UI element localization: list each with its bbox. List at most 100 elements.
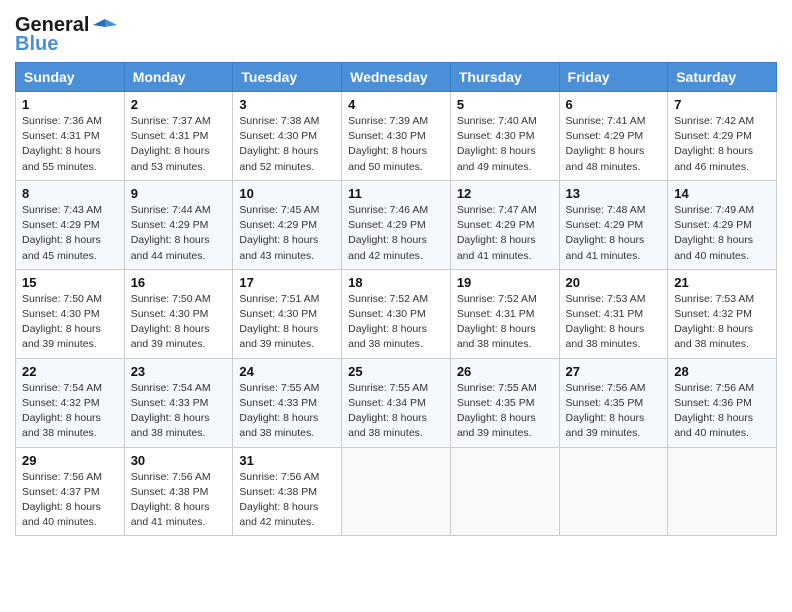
day-number: 14	[674, 186, 770, 201]
header-monday: Monday	[124, 63, 233, 92]
day-number: 20	[566, 275, 662, 290]
day-info: Sunrise: 7:36 AMSunset: 4:31 PMDaylight:…	[22, 114, 118, 175]
calendar-cell-w0d5: 6Sunrise: 7:41 AMSunset: 4:29 PMDaylight…	[559, 92, 668, 181]
calendar-cell-w1d6: 14 Sunrise: 7:49 AMSunset: 4:29 PMDayligh…	[668, 180, 777, 269]
day-info: Sunrise: 7:56 AMSunset: 4:35 PMDaylight:…	[566, 381, 662, 442]
calendar-cell-w0d1: 2 Sunrise: 7:37 AMSunset: 4:31 PMDaylight…	[124, 92, 233, 181]
calendar-cell-w4d4	[450, 447, 559, 536]
calendar-table: SundayMondayTuesdayWednesdayThursdayFrid…	[15, 62, 777, 536]
calendar-cell-w2d1: 16 Sunrise: 7:50 AMSunset: 4:30 PMDayligh…	[124, 269, 233, 358]
header-wednesday: Wednesday	[342, 63, 451, 92]
day-number: 4	[348, 97, 444, 112]
day-number: 18	[348, 275, 444, 290]
day-number: 26	[457, 364, 553, 379]
day-info: Sunrise: 7:45 AMSunset: 4:29 PMDaylight:…	[239, 203, 335, 264]
calendar-cell-w2d6: 21 Sunrise: 7:53 AMSunset: 4:32 PMDayligh…	[668, 269, 777, 358]
day-info: Sunrise: 7:46 AMSunset: 4:29 PMDaylight:…	[348, 203, 444, 264]
day-number: 11	[348, 186, 444, 201]
day-number: 1	[22, 97, 118, 112]
calendar-cell-w4d3	[342, 447, 451, 536]
day-info: Sunrise: 7:50 AMSunset: 4:30 PMDaylight:…	[131, 292, 227, 353]
calendar-cell-w4d1: 30 Sunrise: 7:56 AMSunset: 4:38 PMDayligh…	[124, 447, 233, 536]
day-number: 3	[239, 97, 335, 112]
calendar-cell-w2d2: 17 Sunrise: 7:51 AMSunset: 4:30 PMDayligh…	[233, 269, 342, 358]
calendar-cell-w1d5: 13 Sunrise: 7:48 AMSunset: 4:29 PMDayligh…	[559, 180, 668, 269]
day-number: 10	[239, 186, 335, 201]
logo: General Blue	[15, 10, 117, 56]
calendar-cell-w2d4: 19 Sunrise: 7:52 AMSunset: 4:31 PMDayligh…	[450, 269, 559, 358]
day-info: Sunrise: 7:48 AMSunset: 4:29 PMDaylight:…	[566, 203, 662, 264]
header-sunday: Sunday	[16, 63, 125, 92]
calendar-week-2: 15Sunrise: 7:50 AMSunset: 4:30 PMDayligh…	[16, 269, 777, 358]
day-info: Sunrise: 7:47 AMSunset: 4:29 PMDaylight:…	[457, 203, 553, 264]
day-info: Sunrise: 7:44 AMSunset: 4:29 PMDaylight:…	[131, 203, 227, 264]
day-info: Sunrise: 7:42 AMSunset: 4:29 PMDaylight:…	[674, 114, 770, 175]
day-number: 17	[239, 275, 335, 290]
calendar-cell-w2d0: 15Sunrise: 7:50 AMSunset: 4:30 PMDayligh…	[16, 269, 125, 358]
day-info: Sunrise: 7:38 AMSunset: 4:30 PMDaylight:…	[239, 114, 335, 175]
calendar-cell-w3d0: 22 Sunrise: 7:54 AMSunset: 4:32 PMDayligh…	[16, 358, 125, 447]
calendar-cell-w2d3: 18 Sunrise: 7:52 AMSunset: 4:30 PMDayligh…	[342, 269, 451, 358]
day-info: Sunrise: 7:37 AMSunset: 4:31 PMDaylight:…	[131, 114, 227, 175]
day-info: Sunrise: 7:54 AMSunset: 4:33 PMDaylight:…	[131, 381, 227, 442]
day-number: 30	[131, 453, 227, 468]
day-number: 9	[131, 186, 227, 201]
day-info: Sunrise: 7:55 AMSunset: 4:35 PMDaylight:…	[457, 381, 553, 442]
day-number: 28	[674, 364, 770, 379]
day-info: Sunrise: 7:52 AMSunset: 4:30 PMDaylight:…	[348, 292, 444, 353]
calendar-cell-w0d4: 5 Sunrise: 7:40 AMSunset: 4:30 PMDaylight…	[450, 92, 559, 181]
day-number: 29	[22, 453, 118, 468]
day-number: 27	[566, 364, 662, 379]
calendar-header-row: SundayMondayTuesdayWednesdayThursdayFrid…	[16, 63, 777, 92]
day-number: 16	[131, 275, 227, 290]
calendar-week-1: 8 Sunrise: 7:43 AMSunset: 4:29 PMDaylight…	[16, 180, 777, 269]
day-info: Sunrise: 7:40 AMSunset: 4:30 PMDaylight:…	[457, 114, 553, 175]
day-info: Sunrise: 7:51 AMSunset: 4:30 PMDaylight:…	[239, 292, 335, 353]
day-number: 25	[348, 364, 444, 379]
calendar-cell-w1d1: 9 Sunrise: 7:44 AMSunset: 4:29 PMDaylight…	[124, 180, 233, 269]
day-info: Sunrise: 7:53 AMSunset: 4:32 PMDaylight:…	[674, 292, 770, 353]
day-info: Sunrise: 7:56 AMSunset: 4:37 PMDaylight:…	[22, 470, 118, 531]
calendar-cell-w4d6	[668, 447, 777, 536]
header-thursday: Thursday	[450, 63, 559, 92]
day-info: Sunrise: 7:52 AMSunset: 4:31 PMDaylight:…	[457, 292, 553, 353]
day-info: Sunrise: 7:49 AMSunset: 4:29 PMDaylight:…	[674, 203, 770, 264]
calendar-week-3: 22 Sunrise: 7:54 AMSunset: 4:32 PMDayligh…	[16, 358, 777, 447]
day-info: Sunrise: 7:39 AMSunset: 4:30 PMDaylight:…	[348, 114, 444, 175]
day-number: 7	[674, 97, 770, 112]
day-info: Sunrise: 7:56 AMSunset: 4:38 PMDaylight:…	[239, 470, 335, 531]
calendar-cell-w4d2: 31Sunrise: 7:56 AMSunset: 4:38 PMDayligh…	[233, 447, 342, 536]
day-number: 13	[566, 186, 662, 201]
calendar-cell-w3d2: 24Sunrise: 7:55 AMSunset: 4:33 PMDayligh…	[233, 358, 342, 447]
day-info: Sunrise: 7:55 AMSunset: 4:33 PMDaylight:…	[239, 381, 335, 442]
calendar-cell-w1d3: 11 Sunrise: 7:46 AMSunset: 4:29 PMDayligh…	[342, 180, 451, 269]
day-info: Sunrise: 7:53 AMSunset: 4:31 PMDaylight:…	[566, 292, 662, 353]
day-number: 22	[22, 364, 118, 379]
calendar-cell-w1d4: 12 Sunrise: 7:47 AMSunset: 4:29 PMDayligh…	[450, 180, 559, 269]
day-info: Sunrise: 7:56 AMSunset: 4:38 PMDaylight:…	[131, 470, 227, 531]
day-info: Sunrise: 7:55 AMSunset: 4:34 PMDaylight:…	[348, 381, 444, 442]
day-number: 8	[22, 186, 118, 201]
calendar-cell-w3d3: 25 Sunrise: 7:55 AMSunset: 4:34 PMDayligh…	[342, 358, 451, 447]
day-number: 12	[457, 186, 553, 201]
calendar-cell-w0d3: 4 Sunrise: 7:39 AMSunset: 4:30 PMDaylight…	[342, 92, 451, 181]
day-info: Sunrise: 7:43 AMSunset: 4:29 PMDaylight:…	[22, 203, 118, 264]
calendar-cell-w4d0: 29 Sunrise: 7:56 AMSunset: 4:37 PMDayligh…	[16, 447, 125, 536]
day-number: 19	[457, 275, 553, 290]
calendar-cell-w3d5: 27 Sunrise: 7:56 AMSunset: 4:35 PMDayligh…	[559, 358, 668, 447]
calendar-cell-w0d2: 3 Sunrise: 7:38 AMSunset: 4:30 PMDaylight…	[233, 92, 342, 181]
calendar-week-4: 29 Sunrise: 7:56 AMSunset: 4:37 PMDayligh…	[16, 447, 777, 536]
calendar-cell-w1d0: 8 Sunrise: 7:43 AMSunset: 4:29 PMDaylight…	[16, 180, 125, 269]
calendar-cell-w3d1: 23Sunrise: 7:54 AMSunset: 4:33 PMDayligh…	[124, 358, 233, 447]
day-number: 21	[674, 275, 770, 290]
calendar-cell-w3d4: 26 Sunrise: 7:55 AMSunset: 4:35 PMDayligh…	[450, 358, 559, 447]
logo-bird-icon	[93, 17, 117, 35]
day-info: Sunrise: 7:54 AMSunset: 4:32 PMDaylight:…	[22, 381, 118, 442]
calendar-cell-w2d5: 20 Sunrise: 7:53 AMSunset: 4:31 PMDayligh…	[559, 269, 668, 358]
header-tuesday: Tuesday	[233, 63, 342, 92]
day-number: 2	[131, 97, 227, 112]
day-number: 5	[457, 97, 553, 112]
header-saturday: Saturday	[668, 63, 777, 92]
page-header: General Blue	[15, 10, 777, 56]
calendar-cell-w0d6: 7 Sunrise: 7:42 AMSunset: 4:29 PMDaylight…	[668, 92, 777, 181]
